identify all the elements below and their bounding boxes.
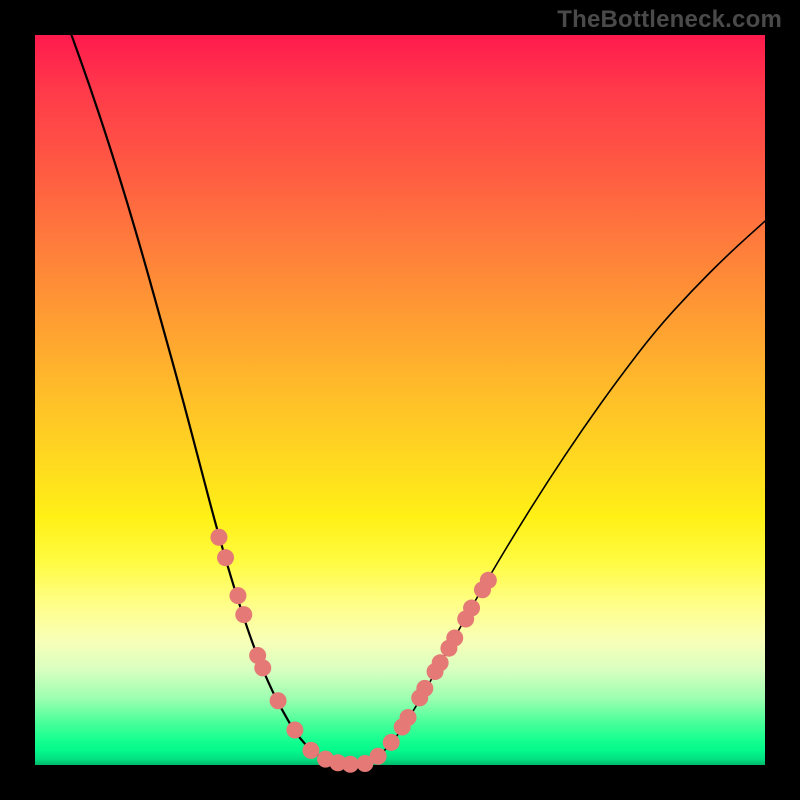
data-marker <box>302 742 319 759</box>
marker-cluster <box>210 529 496 773</box>
data-marker <box>210 529 227 546</box>
data-marker <box>270 692 287 709</box>
data-marker <box>217 549 234 566</box>
right-branch-curve <box>356 221 765 765</box>
data-marker <box>416 680 433 697</box>
data-marker <box>446 629 463 646</box>
data-marker <box>383 734 400 751</box>
data-marker <box>370 748 387 765</box>
data-marker <box>342 756 359 773</box>
plot-area <box>35 35 765 765</box>
watermark-text: TheBottleneck.com <box>557 6 782 34</box>
data-marker <box>254 659 271 676</box>
data-marker <box>286 721 303 738</box>
chart-frame: TheBottleneck.com <box>0 0 800 800</box>
data-marker <box>463 600 480 617</box>
data-marker <box>229 587 246 604</box>
curve-layer <box>35 35 765 765</box>
data-marker <box>235 606 252 623</box>
data-marker <box>432 654 449 671</box>
data-marker <box>480 572 497 589</box>
data-marker <box>400 709 417 726</box>
left-branch-curve <box>72 35 357 765</box>
